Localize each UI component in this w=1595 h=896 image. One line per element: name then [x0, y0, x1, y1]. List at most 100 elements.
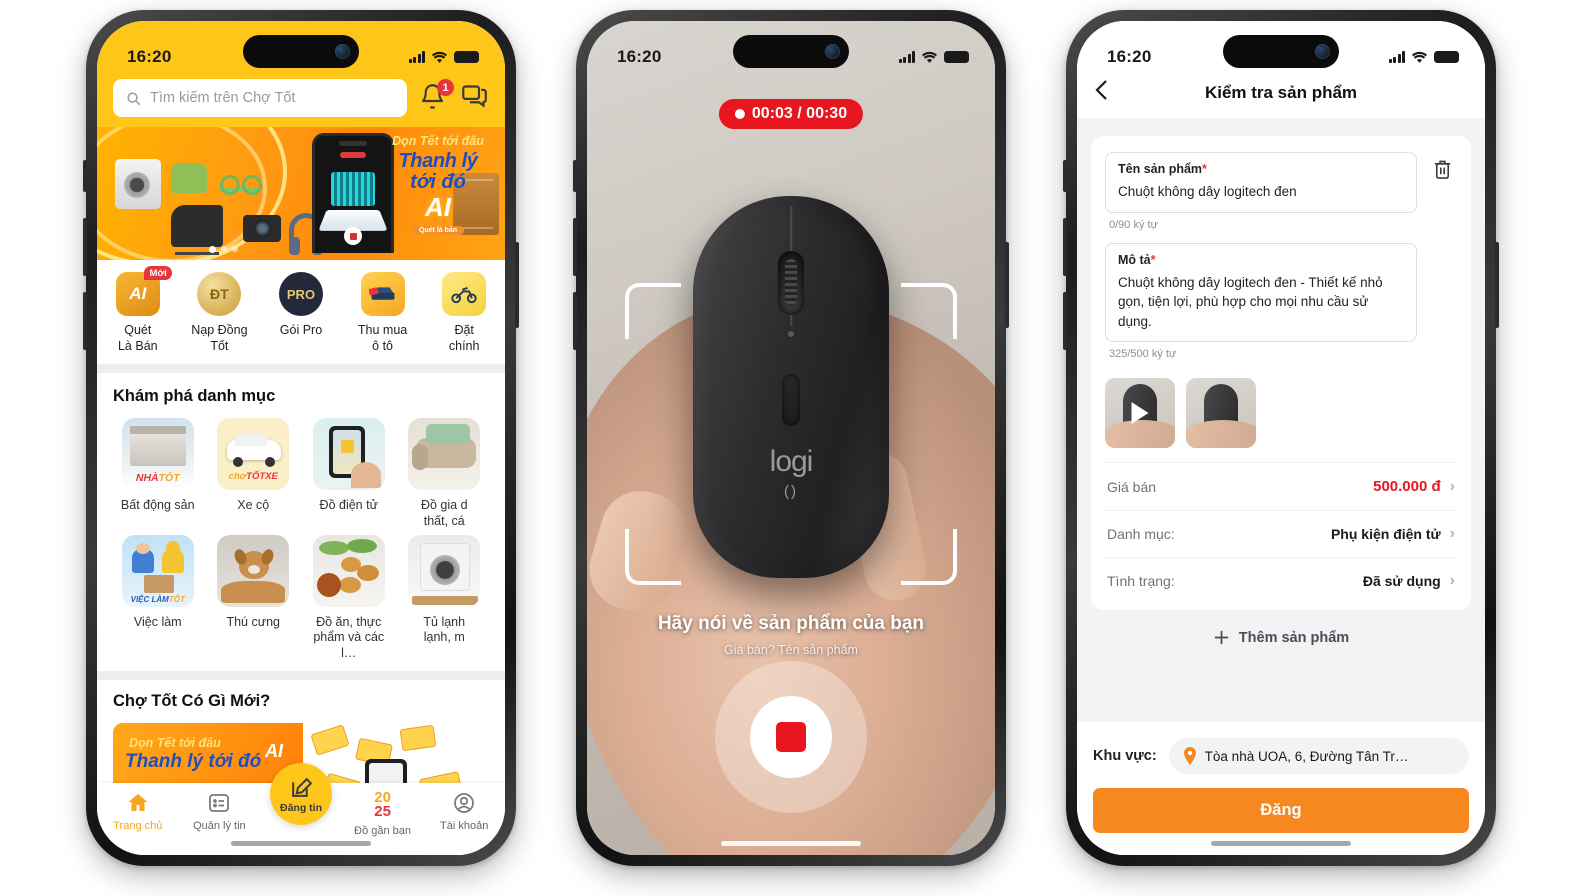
back-button[interactable]: [1095, 79, 1121, 106]
dynamic-island: [1223, 35, 1339, 68]
category-label: Việc làm: [133, 614, 182, 629]
thumbnail-image[interactable]: [1186, 378, 1256, 449]
recording-time-text: 00:03 / 00:30: [751, 105, 848, 122]
add-product-button[interactable]: Thêm sản phẩm: [1091, 610, 1471, 665]
scan-bracket-top-right: [901, 283, 957, 339]
category-vehicles[interactable]: chợTỐTXE Xe cộ: [209, 418, 299, 529]
power-button[interactable]: [515, 242, 519, 328]
trash-icon: [1434, 160, 1450, 179]
category-label: Đồ gia d thất, cá: [420, 498, 468, 528]
phone-3-product-check: Kiểm tra sản phẩm Tên sản phẩm* Chuột kh…: [1063, 10, 1499, 866]
row-price[interactable]: Giá bán 500.000 đ ›: [1105, 462, 1457, 510]
category-food[interactable]: Đồ ăn, thực phẩm và các l…: [304, 534, 394, 662]
power-button[interactable]: [1005, 242, 1009, 328]
quick-action-carbuy[interactable]: Thu mua ô tô: [342, 272, 424, 354]
status-icons: [898, 51, 969, 64]
thumbnail-video[interactable]: [1105, 378, 1175, 449]
chat-button[interactable]: [461, 82, 489, 114]
required-mark: *: [1202, 162, 1207, 176]
category-label: Đồ điện tử: [319, 498, 378, 513]
banner-line3: tới đó: [410, 170, 466, 193]
nearby-2025-icon: 20 25: [374, 789, 391, 821]
volume-down-button[interactable]: [1063, 292, 1067, 350]
search-input[interactable]: Tìm kiếm trên Chợ Tốt: [113, 79, 407, 117]
banner-pagination[interactable]: [209, 246, 238, 253]
notifications-button[interactable]: 1: [419, 79, 454, 113]
required-mark: *: [1150, 252, 1156, 267]
compose-icon: [291, 777, 312, 797]
banner-washer: [115, 159, 161, 209]
banner-stroller: [171, 205, 223, 255]
mute-switch[interactable]: [1063, 160, 1067, 192]
category-value: Phụ kiện điện tử: [1330, 526, 1441, 543]
product-name-value: Chuột không dây logitech đen: [1118, 184, 1297, 199]
quick-action-pro[interactable]: PRO Gói Pro: [260, 272, 342, 354]
quick-action-topup[interactable]: ĐT Nạp Đồng Tốt: [179, 272, 261, 354]
volume-up-button[interactable]: [83, 218, 87, 276]
promo-banner[interactable]: Dọn Tết tới đâu Thanh lý tới đó AI Quét …: [97, 127, 505, 260]
logitech-logo: logi (): [769, 445, 814, 500]
name-field-row: Tên sản phẩm* Chuột không dây logitech đ…: [1105, 152, 1457, 213]
power-button[interactable]: [1495, 242, 1499, 328]
tab-nearby[interactable]: 20 25 Đồ gần bạn: [342, 789, 424, 837]
category-jobs[interactable]: VIỆC LÀMTỐT Việc làm: [113, 534, 203, 662]
banner-ai-sub: Quét là bán: [411, 225, 465, 235]
quick-action-label: Thu mua ô tô: [357, 323, 408, 353]
mute-switch[interactable]: [83, 160, 87, 192]
row-condition[interactable]: Tình trạng: Đã sử dụng ›: [1105, 557, 1457, 604]
volume-up-button[interactable]: [573, 218, 577, 276]
home-indicator[interactable]: [231, 841, 371, 846]
post-button[interactable]: Đăng: [1093, 788, 1469, 833]
row-value-wrap: Phụ kiện điện tử ›: [1330, 525, 1455, 543]
categories-grid: NHÀTỐT Bất động sản chợTỐTXE Xe cộ Đồ đi…: [113, 418, 489, 661]
category-realestate[interactable]: NHÀTỐT Bất động sản: [113, 418, 203, 529]
play-icon: [1131, 402, 1149, 425]
quick-actions-row: AI Mới Quét Là Bán ĐT Nạp Đồng Tốt PRO G…: [97, 260, 505, 365]
category-pets[interactable]: Thú cưng: [209, 534, 299, 662]
account-icon: [454, 793, 475, 813]
home-indicator[interactable]: [1211, 841, 1351, 846]
row-category[interactable]: Danh mục: Phụ kiện điện tử ›: [1105, 510, 1457, 557]
banner-camera: [243, 215, 281, 242]
volume-down-button[interactable]: [83, 292, 87, 350]
sofa-icon: [408, 418, 481, 491]
category-appliances[interactable]: Tủ lạnh lạnh, m: [400, 534, 490, 662]
chevron-right-icon: ›: [1449, 525, 1455, 543]
area-selector[interactable]: Tòa nhà UOA, 6, Đường Tân Tr…: [1168, 738, 1469, 774]
product-name-counter: 0/90 ký tự: [1109, 218, 1158, 231]
area-label: Khu vực:: [1093, 748, 1157, 764]
new-badge: Mới: [144, 266, 172, 280]
category-home-furniture[interactable]: Đồ gia d thất, cá: [400, 418, 490, 529]
notification-badge: 1: [437, 79, 454, 96]
home-indicator[interactable]: [721, 841, 861, 846]
logi-mark: (): [783, 483, 798, 500]
volume-down-button[interactable]: [573, 292, 577, 350]
tab-account[interactable]: Tài khoản: [423, 791, 505, 832]
category-label: Tủ lạnh lạnh, m: [423, 614, 466, 645]
mute-switch[interactable]: [573, 160, 577, 192]
delete-product-button[interactable]: [1427, 152, 1457, 186]
banner-ai-label: AI: [425, 191, 451, 222]
description-input[interactable]: Mô tả* Chuột không dây logitech đen - Th…: [1105, 242, 1417, 343]
stop-record-button[interactable]: [715, 661, 867, 813]
jobs-icon: VIỆC LÀMTỐT: [121, 534, 194, 607]
quick-action-booking[interactable]: Đặt chính: [423, 272, 505, 354]
product-name-input[interactable]: Tên sản phẩm* Chuột không dây logitech đ…: [1105, 152, 1417, 213]
screenshot-stage: Tìm kiếm trên Chợ Tốt 1 Dọn Tết tới đâu …: [0, 0, 1595, 896]
product-name-label: Tên sản phẩm*: [1118, 162, 1207, 176]
phone-1-home: Tìm kiếm trên Chợ Tốt 1 Dọn Tết tới đâu …: [83, 10, 519, 866]
food-icon: [312, 534, 385, 607]
category-label: Thú cưng: [226, 614, 281, 629]
category-electronics[interactable]: Đồ điện tử: [304, 418, 394, 529]
tab-manage-listings[interactable]: Quản lý tin: [179, 791, 261, 832]
quick-action-scan[interactable]: AI Mới Quét Là Bán: [97, 266, 179, 354]
price-value: 500.000 đ: [1373, 478, 1441, 496]
scooter-icon: [442, 272, 487, 316]
description-label: Mô tả*: [1118, 252, 1156, 267]
tab-label: Đồ gần bạn: [354, 824, 412, 837]
ai-scan-icon: AI Mới: [115, 266, 172, 316]
volume-up-button[interactable]: [1063, 218, 1067, 276]
post-listing-fab[interactable]: Đăng tin: [270, 763, 332, 825]
category-label: Đồ ăn, thực phẩm và các l…: [313, 614, 385, 660]
tab-home[interactable]: Trang chủ: [97, 791, 179, 832]
